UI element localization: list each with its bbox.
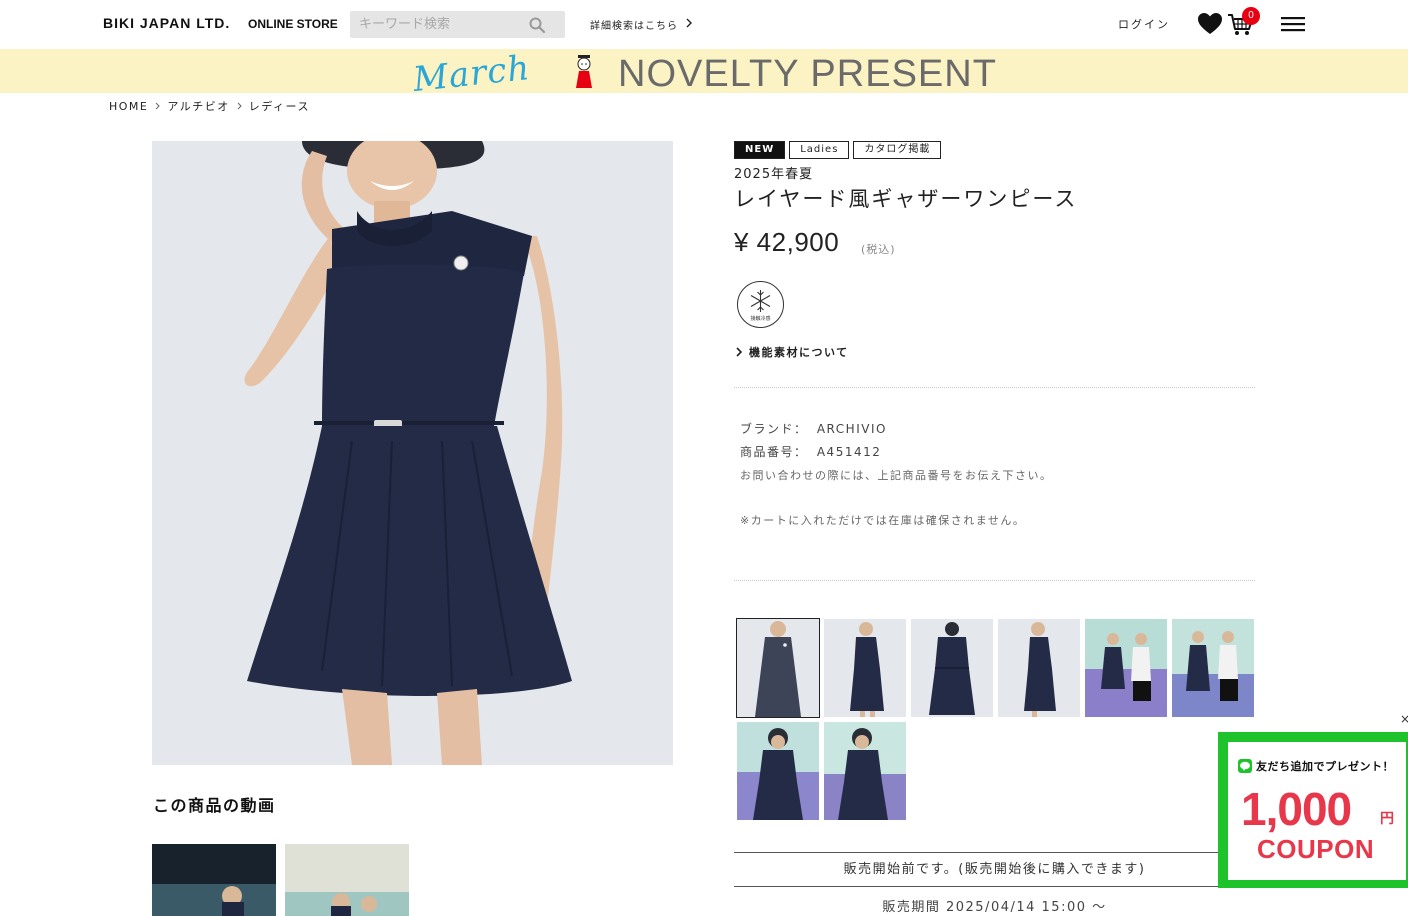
- product-thumbnail[interactable]: [736, 618, 820, 718]
- heart-icon[interactable]: [1198, 13, 1222, 35]
- tax-note: (税込): [861, 243, 896, 256]
- product-price: ¥ 42,900: [734, 227, 840, 257]
- sku-label: 商品番号：: [740, 445, 808, 459]
- divider: [734, 580, 1255, 581]
- banner-script-text: March: [411, 49, 533, 93]
- sale-period: 販売期間 2025/04/14 15:00 〜: [882, 900, 1107, 915]
- coupon-amount: 1,000: [1241, 783, 1352, 835]
- search-icon[interactable]: [529, 17, 545, 33]
- site-logo-sub[interactable]: ONLINE STORE: [248, 17, 338, 31]
- product-title: レイヤード風ギャザーワンピース: [734, 187, 1078, 211]
- product-thumbnail[interactable]: [824, 722, 906, 820]
- close-icon[interactable]: ×: [1400, 712, 1408, 726]
- breadcrumb-item-home[interactable]: HOME: [109, 100, 148, 113]
- search-box: [350, 11, 565, 38]
- chevron-right-icon: [156, 102, 161, 110]
- product-thumbnail[interactable]: [911, 619, 993, 717]
- coupon-word: COUPON: [1257, 834, 1375, 864]
- model-photo: [152, 141, 673, 765]
- video-section-heading: この商品の動画: [153, 796, 276, 815]
- product-badges: NEW Ladies カタログ掲載: [734, 141, 942, 159]
- coupon-headline: 友だち追加でプレゼント！: [1238, 758, 1394, 774]
- coupon-yen: 円: [1380, 811, 1394, 827]
- product-thumbnail[interactable]: [1172, 619, 1254, 717]
- banner-title: NOVELTY PRESENT: [618, 53, 997, 93]
- sale-status: 販売開始前です。(販売開始後に購入できます): [734, 852, 1255, 887]
- hamburger-menu-icon[interactable]: [1281, 16, 1305, 32]
- sku-value: A451412: [816, 445, 882, 459]
- breadcrumb-item-ladies[interactable]: レディース: [249, 98, 310, 114]
- feature-material-link-label: 機能素材について: [749, 346, 849, 359]
- search-input[interactable]: [350, 11, 530, 38]
- product-thumbnail[interactable]: [1085, 619, 1167, 717]
- coupon-card: 友だち追加でプレゼント！ 1,000 円 COUPON: [1228, 742, 1406, 880]
- breadcrumb: HOME アルチビオ レディース: [109, 98, 310, 114]
- site-header: BIKI JAPAN LTD. ONLINE STORE 詳細検索はこちら ログ…: [0, 0, 1408, 49]
- product-season: 2025年春夏: [734, 167, 814, 182]
- video-thumbnail[interactable]: [285, 844, 409, 916]
- mascot-icon: [576, 55, 592, 88]
- badge-ladies: Ladies: [789, 141, 850, 159]
- badge-catalog: カタログ掲載: [853, 141, 942, 159]
- product-thumbnail[interactable]: [737, 722, 819, 820]
- brand-value: ARCHIVIO: [816, 422, 887, 436]
- chevron-right-icon: [237, 102, 242, 110]
- video-thumbnail[interactable]: [152, 844, 276, 916]
- coupon-headline-text: 友だち追加でプレゼント！: [1256, 760, 1394, 773]
- cooling-feature-label: 接触冷感: [750, 315, 770, 322]
- product-thumbnail[interactable]: [998, 619, 1080, 717]
- novelty-banner[interactable]: March NOVELTY PRESENT: [0, 49, 1408, 93]
- product-thumbnail[interactable]: [824, 619, 906, 717]
- breadcrumb-item-brand[interactable]: アルチビオ: [167, 98, 229, 114]
- site-logo[interactable]: BIKI JAPAN LTD.: [103, 15, 230, 31]
- product-main-image[interactable]: [152, 141, 673, 765]
- badge-new: NEW: [734, 141, 786, 159]
- chevron-right-icon: [736, 347, 743, 357]
- brand-label: ブランド：: [740, 422, 808, 436]
- cart-count-badge: 0: [1242, 7, 1260, 25]
- brand-row: ブランド： ARCHIVIO: [740, 420, 887, 437]
- inquiry-note: お問い合わせの際には、上記商品番号をお伝え下さい。: [740, 469, 1053, 482]
- feature-material-link[interactable]: 機能素材について: [735, 344, 849, 360]
- stock-note: ※カートに入れただけでは在庫は確保されません。: [740, 514, 1026, 527]
- login-link[interactable]: ログイン: [1118, 16, 1170, 32]
- cooling-feature-icon[interactable]: 接触冷感: [737, 281, 784, 328]
- line-app-icon: [1238, 759, 1252, 773]
- line-coupon-banner[interactable]: 友だち追加でプレゼント！ 1,000 円 COUPON: [1218, 732, 1408, 888]
- chevron-right-icon: [686, 18, 692, 28]
- advanced-search-link[interactable]: 詳細検索はこちら: [590, 17, 678, 32]
- sku-row: 商品番号： A451412: [740, 443, 881, 460]
- divider: [734, 387, 1255, 388]
